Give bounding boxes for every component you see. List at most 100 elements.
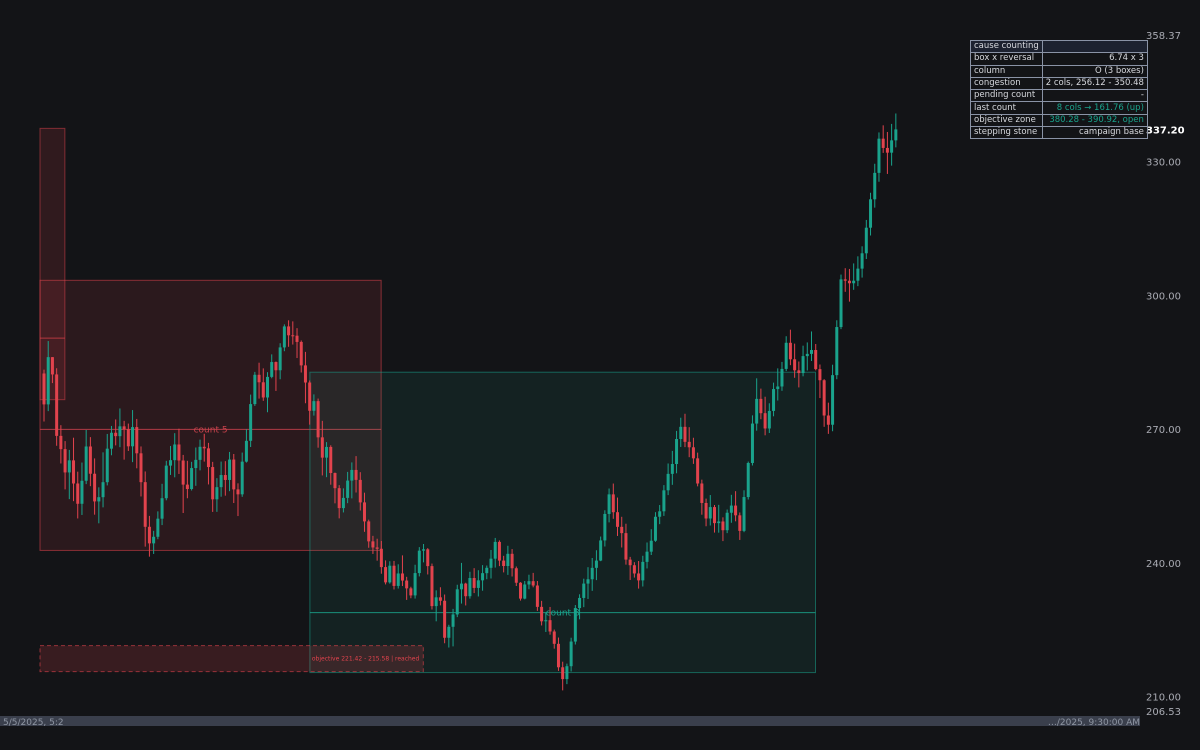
candle-body (430, 566, 434, 607)
candle-body (860, 253, 864, 269)
candle (877, 132, 881, 182)
candle-body (894, 129, 898, 141)
candle-body (93, 473, 97, 502)
row-key: column (970, 64, 1043, 78)
candle-body (202, 446, 206, 449)
candle-body (354, 469, 358, 480)
candle-body (143, 482, 147, 527)
candle-body (544, 620, 548, 622)
candle-body (607, 494, 611, 514)
candle-body (350, 469, 354, 481)
candle-body (388, 565, 392, 583)
candle-body (164, 465, 168, 499)
candle-body (476, 580, 480, 588)
candle-body (540, 606, 544, 622)
candle-body (729, 505, 733, 513)
candle-body (645, 551, 649, 562)
candle-body (620, 526, 624, 534)
candle-body (257, 374, 261, 383)
candle-body (228, 459, 232, 480)
candle (890, 123, 894, 166)
candle-body (422, 549, 426, 551)
price-tick-label: 300.00 (1146, 291, 1181, 302)
candle-body (890, 140, 894, 153)
candle-body (523, 584, 527, 599)
candle-body (776, 386, 780, 390)
candle-body (417, 550, 421, 574)
price-tick-label: 240.00 (1146, 559, 1181, 570)
candle-body (206, 448, 210, 468)
candle-body (362, 502, 366, 522)
candle-body (599, 540, 603, 561)
candle (805, 342, 809, 371)
price-tick-label: 330.00 (1146, 157, 1181, 168)
candle-body (864, 227, 868, 254)
candle-body (852, 280, 856, 284)
price-bottom-label: 206.53 (1146, 707, 1181, 718)
candle (835, 320, 839, 380)
candle (282, 324, 286, 352)
candle-body (472, 578, 476, 588)
candle-body (831, 375, 835, 425)
candle-body (485, 567, 489, 574)
candle-body (181, 460, 185, 485)
candle-body (219, 475, 223, 488)
candle-body (658, 511, 662, 517)
candle-body (493, 541, 497, 559)
table-row: congestion 2 cols, 256.12 - 350.48 (970, 76, 1148, 91)
candle-body (767, 410, 771, 429)
candle-body (405, 580, 409, 589)
candle-body (843, 279, 847, 281)
candle-body (135, 427, 139, 454)
row-key: last count (970, 101, 1043, 115)
candle (814, 343, 818, 371)
candle-body (358, 479, 362, 503)
candle-body (662, 490, 666, 512)
candle (55, 368, 59, 446)
candle-body (708, 507, 712, 519)
candle (784, 336, 788, 372)
candle-body (177, 444, 181, 461)
candle-body (249, 404, 253, 441)
candle-body (152, 536, 156, 544)
candle-body (750, 423, 754, 463)
candle-body (316, 401, 320, 438)
candle-body (101, 482, 105, 498)
candle-body (72, 460, 76, 484)
candle (881, 125, 885, 153)
zones-layer (39, 127, 816, 674)
candle-body (392, 565, 396, 586)
candle-body (653, 516, 657, 541)
candle-body (384, 567, 388, 583)
candle-body (856, 268, 860, 281)
table-row: box x reversal 6.74 x 3 (970, 52, 1148, 66)
candle-body (320, 437, 324, 458)
candle-body (738, 515, 742, 531)
candle-body (291, 335, 295, 337)
candle (826, 402, 830, 434)
candle (746, 461, 750, 500)
row-value: 6.74 x 3 (1041, 52, 1148, 66)
candle (430, 563, 434, 610)
candle-body (809, 350, 813, 354)
price-tick-label: 270.00 (1146, 425, 1181, 436)
candle (818, 364, 822, 399)
candle-body (784, 342, 788, 369)
candle-body (160, 498, 164, 519)
candle-body (468, 578, 472, 597)
candle-body (447, 626, 451, 638)
candle-body (375, 547, 379, 549)
candle-body (379, 548, 383, 568)
candle-body (839, 279, 843, 328)
candle-body (42, 373, 46, 405)
candle-body (497, 541, 501, 561)
candle-body (725, 512, 729, 531)
candle-body (346, 480, 350, 498)
count-label-2: count 8 (546, 609, 580, 619)
candle-body (805, 353, 809, 357)
candle-body (244, 440, 248, 462)
candle-body (590, 567, 594, 580)
candle-body (443, 600, 447, 638)
candle-body (371, 541, 375, 548)
candle-body (139, 453, 143, 483)
